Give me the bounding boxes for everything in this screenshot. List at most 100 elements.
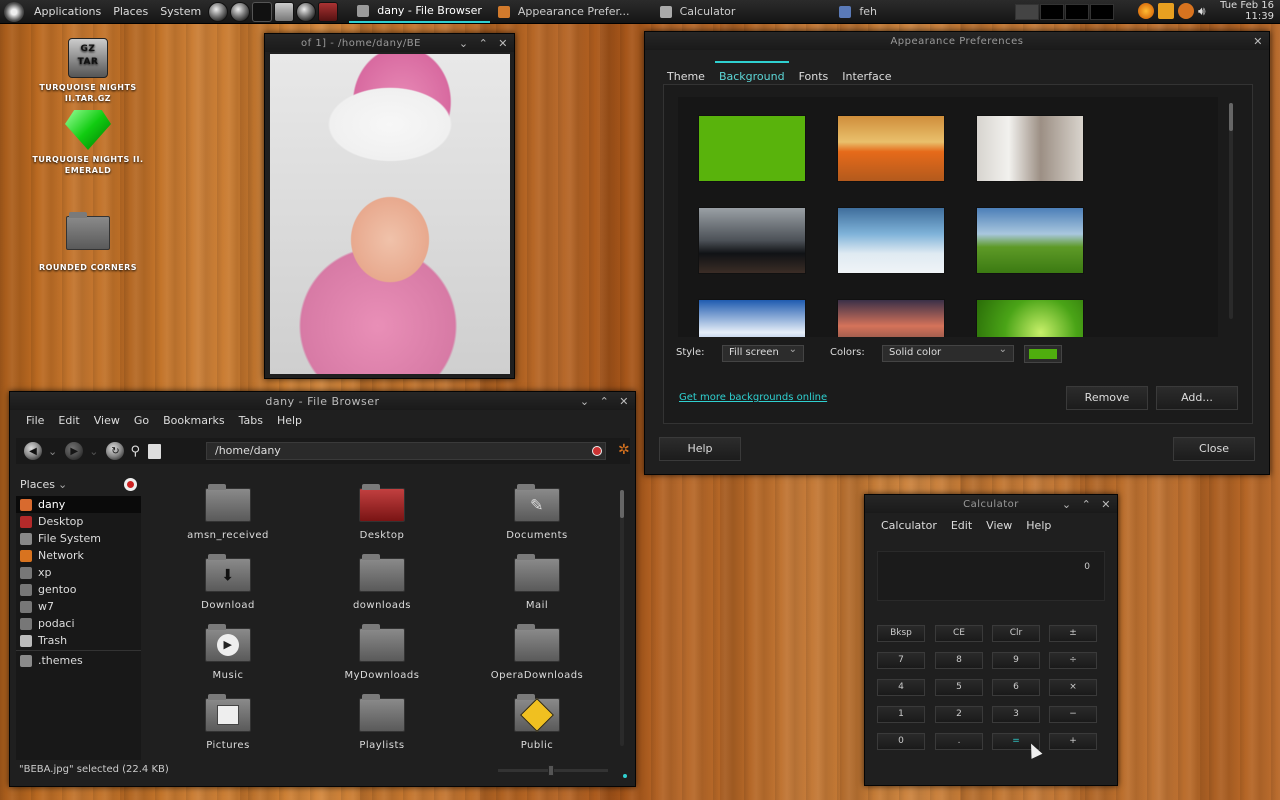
digit-4-button[interactable]: 4 [877, 679, 925, 696]
webcam-launcher-icon[interactable] [296, 1, 317, 22]
sidebar-item-themes[interactable]: .themes [16, 652, 141, 669]
menu-bookmarks[interactable]: Bookmarks [161, 414, 226, 427]
system-menu[interactable]: System [154, 5, 207, 18]
maximize-icon[interactable]: ⌃ [600, 395, 610, 408]
digit-8-button[interactable]: 8 [935, 652, 983, 669]
menu-tabs[interactable]: Tabs [237, 414, 265, 427]
divide-button[interactable]: ÷ [1049, 652, 1097, 669]
sidebar-item-trash[interactable]: Trash [16, 632, 141, 649]
close-sidebar-icon[interactable] [124, 477, 137, 491]
menu-view[interactable]: View [984, 519, 1014, 532]
wallpaper-thumb-clouds[interactable] [698, 299, 806, 337]
file-item-desktop[interactable]: Desktop [322, 484, 442, 541]
task-file-browser[interactable]: dany - File Browser [349, 1, 490, 23]
terminal-launcher-icon[interactable] [252, 1, 273, 22]
update-notifier-icon[interactable] [1158, 3, 1174, 19]
bksp-button[interactable]: Bksp [877, 625, 925, 642]
digit-6-button[interactable]: 6 [992, 679, 1040, 696]
sidebar-item-desktop[interactable]: Desktop [16, 513, 141, 530]
file-item-download[interactable]: ⬇ Download [168, 554, 288, 611]
close-icon[interactable]: ✕ [1253, 35, 1263, 48]
main-menu-icon[interactable] [4, 1, 24, 22]
zoom-slider-handle[interactable] [548, 765, 554, 776]
menu-file[interactable]: File [24, 414, 46, 427]
close-icon[interactable]: ✕ [1101, 498, 1111, 511]
help-button[interactable]: Help [659, 437, 741, 461]
reload-icon[interactable]: ↻ [106, 442, 125, 460]
close-button[interactable]: Close [1173, 437, 1255, 461]
wallpaper-thumb-tulips[interactable] [837, 115, 945, 182]
sidebar-item-podaci[interactable]: podaci [16, 615, 141, 632]
network-tray-icon[interactable] [1178, 3, 1194, 19]
wallpaper-thumb-tree[interactable] [976, 207, 1084, 274]
file-item-downloads[interactable]: downloads [322, 554, 442, 611]
workspace-4[interactable] [1090, 4, 1114, 20]
wallpaper-thumb-sunset[interactable] [837, 299, 945, 337]
close-icon[interactable]: ✕ [619, 395, 629, 408]
forward-history-icon[interactable]: ⌄ [89, 445, 98, 458]
menu-edit[interactable]: Edit [56, 414, 81, 427]
title-bar[interactable]: of 1] - /home/dany/BE ⌄ ⌃ ✕ [265, 34, 514, 52]
firefox-tray-icon[interactable] [1138, 3, 1154, 19]
remove-button[interactable]: Remove [1066, 386, 1148, 410]
maximize-icon[interactable]: ⌃ [1082, 498, 1092, 511]
title-bar[interactable]: Calculator ⌄ ⌃ ✕ [865, 495, 1117, 513]
digit-5-button[interactable]: 5 [935, 679, 983, 696]
digit-3-button[interactable]: 3 [992, 706, 1040, 723]
tab-interface[interactable]: Interface [838, 68, 895, 85]
color-picker-button[interactable] [1024, 345, 1062, 363]
calculator-display[interactable]: 0 [877, 551, 1105, 601]
digit-7-button[interactable]: 7 [877, 652, 925, 669]
menu-view[interactable]: View [92, 414, 122, 427]
clear-location-icon[interactable] [592, 446, 602, 456]
places-header[interactable]: Places ⌄ [16, 474, 141, 494]
presentation-launcher-icon[interactable] [318, 1, 339, 22]
desktop-icon-rounded-corners[interactable]: ROUNDED CORNERS [20, 212, 156, 273]
zoom-slider[interactable] [498, 765, 608, 776]
sidebar-item-gentoo[interactable]: gentoo [16, 581, 141, 598]
resize-grip-icon[interactable] [623, 774, 627, 778]
colors-dropdown[interactable]: Solid color [882, 344, 1014, 362]
sidebar-item-filesystem[interactable]: File System [16, 530, 141, 547]
desktop-icon-tarball[interactable]: GZ TAR TURQUOISE NIGHTS II.TAR.GZ [20, 38, 156, 104]
location-bar[interactable]: /home/dany [206, 442, 606, 460]
volume-icon[interactable]: 🔊︎ [1198, 3, 1214, 19]
file-item-music[interactable]: ▶ Music [168, 624, 288, 681]
minimize-icon[interactable]: ⌄ [580, 395, 590, 408]
file-item-playlists[interactable]: Playlists [322, 694, 442, 751]
digit-0-button[interactable]: 0 [877, 733, 925, 750]
menu-go[interactable]: Go [132, 414, 151, 427]
multiply-button[interactable]: × [1049, 679, 1097, 696]
file-item-mail[interactable]: Mail [477, 554, 597, 611]
workspace-2[interactable] [1040, 4, 1064, 20]
wallpaper-thumb-room[interactable] [976, 115, 1084, 182]
tab-theme[interactable]: Theme [663, 68, 709, 85]
sidebar-item-home[interactable]: dany [16, 496, 141, 513]
scrollbar-thumb[interactable] [620, 490, 624, 518]
minimize-icon[interactable]: ⌄ [459, 37, 469, 50]
file-item-mydownloads[interactable]: MyDownloads [322, 624, 442, 681]
desktop-icon-emerald[interactable]: TURQUOISE NIGHTS II. EMERALD [20, 110, 156, 176]
task-appearance[interactable]: Appearance Prefer... [490, 1, 638, 23]
minimize-icon[interactable]: ⌄ [1062, 498, 1072, 511]
digit-1-button[interactable]: 1 [877, 706, 925, 723]
maximize-icon[interactable]: ⌃ [479, 37, 489, 50]
task-feh[interactable]: feh [831, 1, 885, 23]
file-item-operadownloads[interactable]: OperaDownloads [477, 624, 597, 681]
scrollbar-thumb[interactable] [1229, 103, 1233, 131]
places-menu[interactable]: Places [107, 5, 154, 18]
location-toggle-icon[interactable] [147, 443, 161, 459]
style-dropdown[interactable]: Fill screen [722, 344, 804, 362]
wallpaper-thumb-storm[interactable] [698, 207, 806, 274]
applications-menu[interactable]: Applications [28, 5, 107, 18]
file-item-pictures[interactable]: Pictures [168, 694, 288, 751]
wallpaper-thumb-green[interactable] [698, 115, 806, 182]
get-more-backgrounds-link[interactable]: Get more backgrounds online [679, 392, 827, 403]
file-item-documents[interactable]: ✎ Documents [477, 484, 597, 541]
ce-button[interactable]: CE [935, 625, 983, 642]
forward-icon[interactable]: ▶ [65, 442, 84, 460]
tab-fonts[interactable]: Fonts [795, 68, 833, 85]
media-player-launcher-icon[interactable] [230, 1, 251, 22]
wallpaper-thumb-glacier[interactable] [837, 207, 945, 274]
menu-calculator[interactable]: Calculator [879, 519, 939, 532]
